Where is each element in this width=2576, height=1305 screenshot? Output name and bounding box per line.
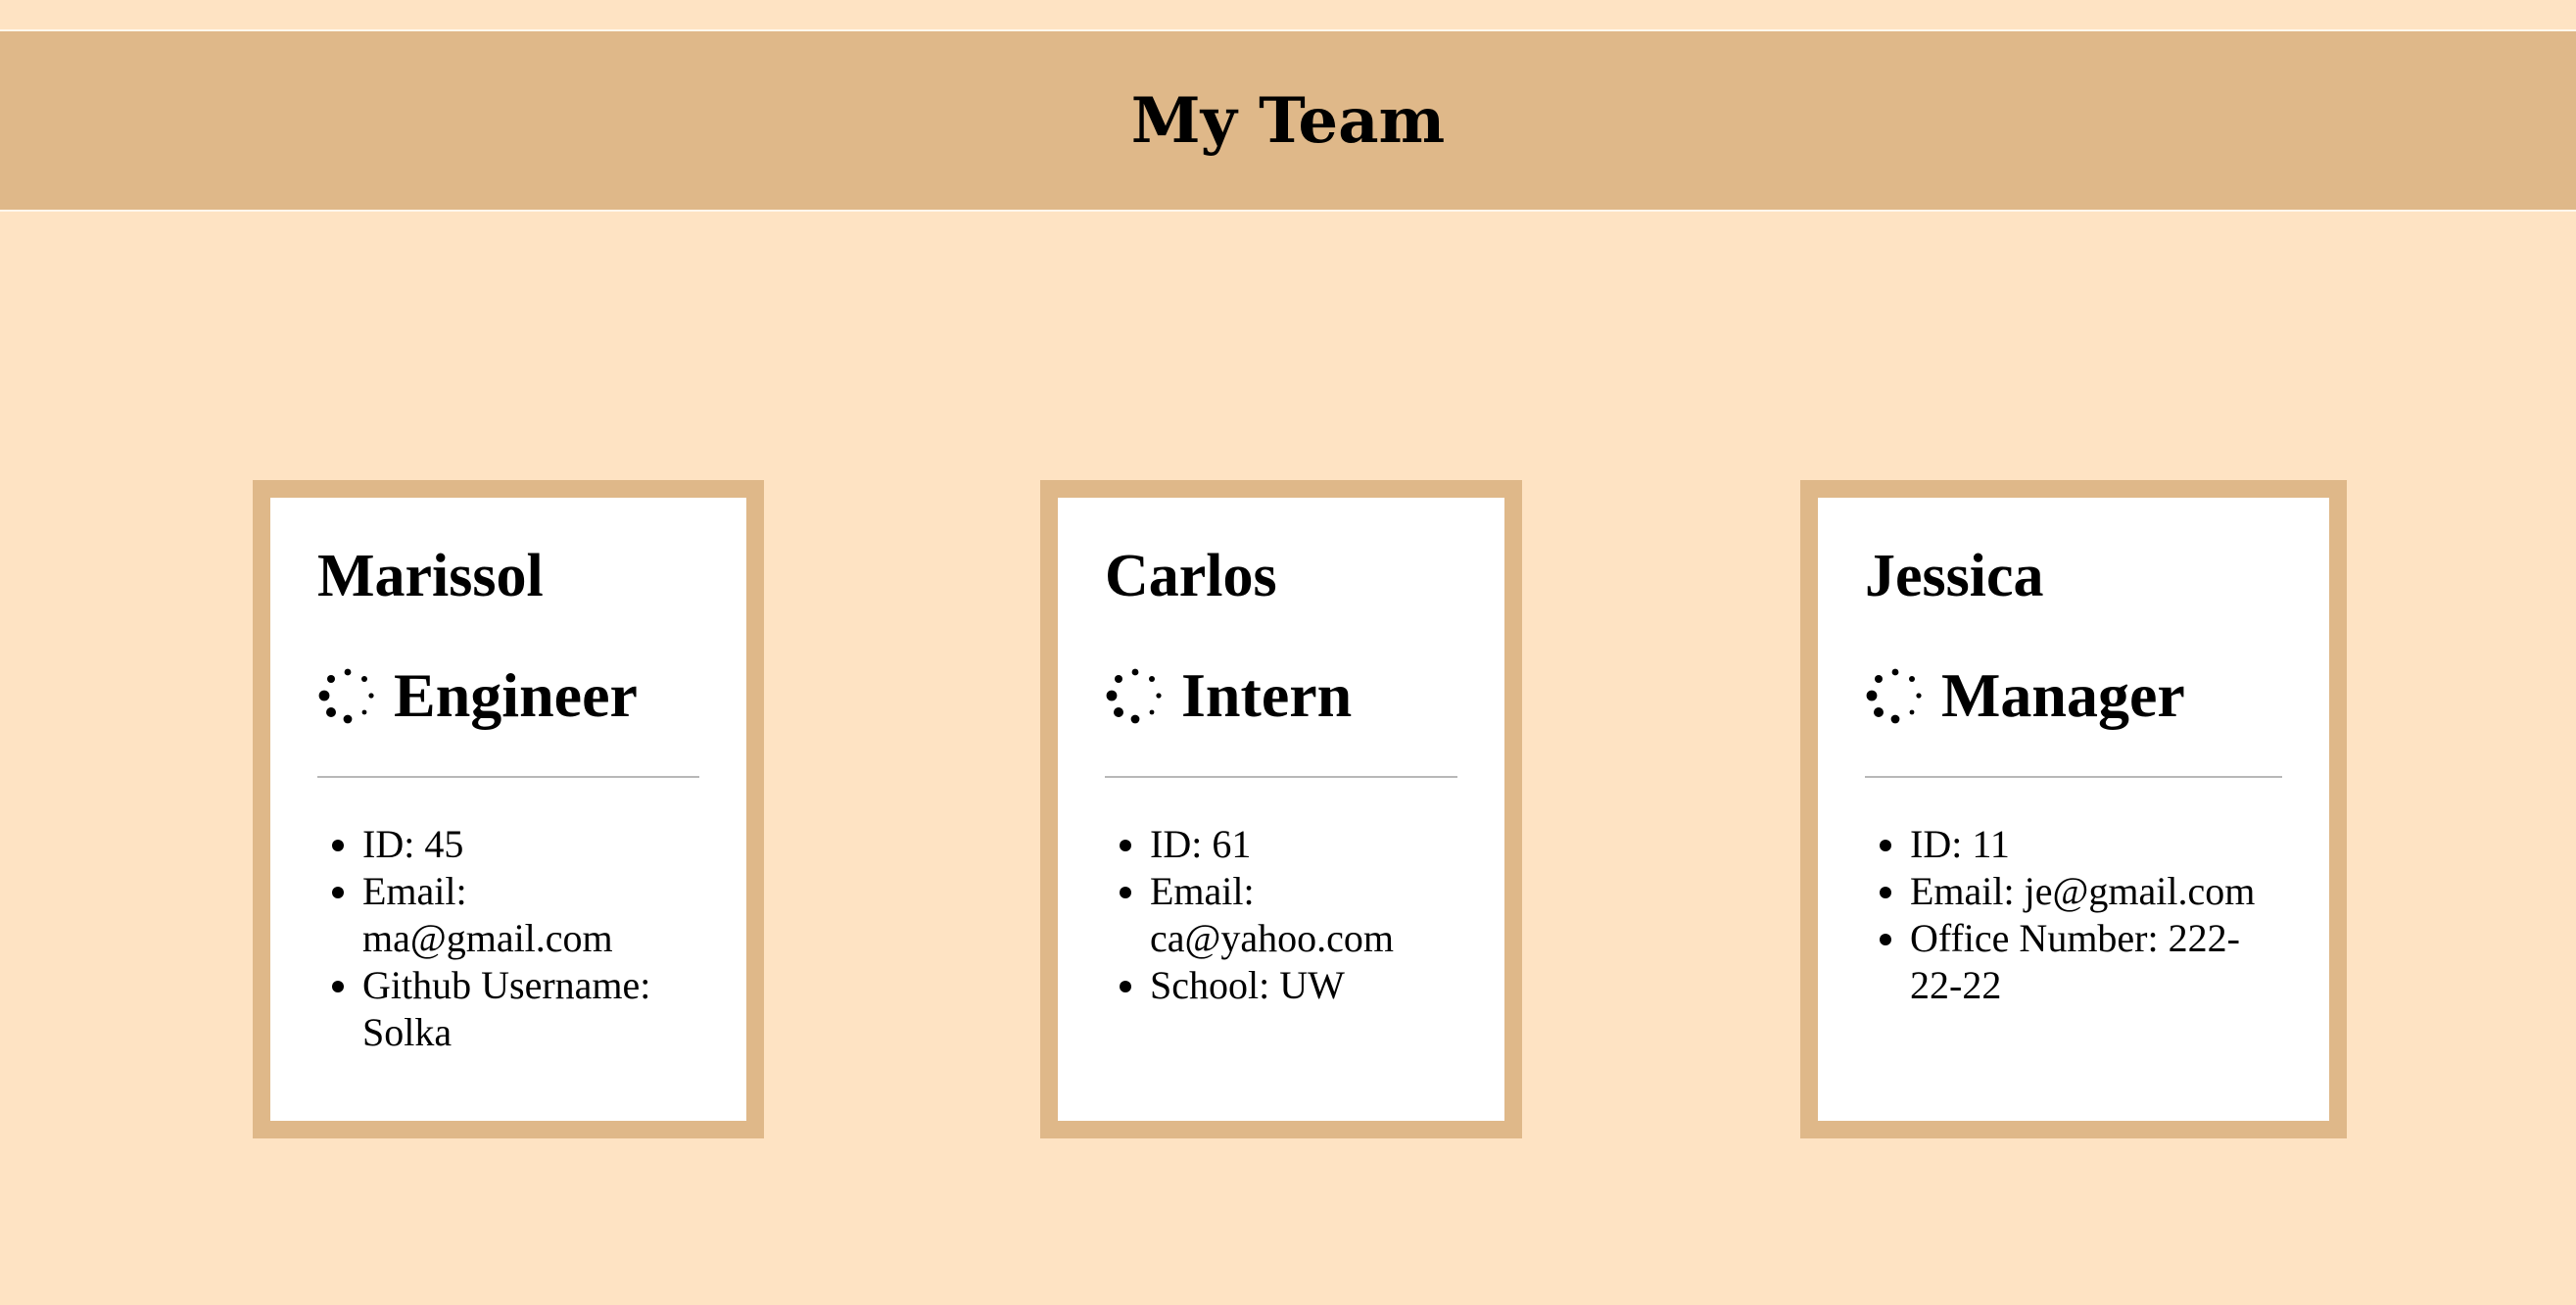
employee-card-intern: Carlos Intern ID: 61 Email: ca@yahoo.com… — [1040, 480, 1522, 1138]
employee-name: Jessica — [1865, 543, 2044, 609]
employee-email: Email: ca@yahoo.com — [1150, 868, 1457, 962]
employee-email: Email: je@gmail.com — [1910, 868, 2282, 915]
employee-role: Engineer — [394, 660, 638, 730]
employee-role-row: Intern — [1105, 656, 1457, 735]
card-divider — [1105, 776, 1457, 778]
employee-role-row: Engineer — [317, 656, 699, 735]
employee-details-list: ID: 61 Email: ca@yahoo.com School: UW — [1105, 821, 1457, 1009]
employee-email: Email: ma@gmail.com — [362, 868, 699, 962]
loading-spinner-icon — [1106, 668, 1162, 724]
employee-details-list: ID: 45 Email: ma@gmail.com Github Userna… — [317, 821, 699, 1056]
loading-spinner-icon — [1866, 668, 1922, 724]
employee-card-manager: Jessica Manager ID: 11 Email: je@gmail.c… — [1800, 480, 2347, 1138]
loading-spinner-icon — [318, 668, 374, 724]
employee-role: Manager — [1941, 660, 2185, 730]
employee-role: Intern — [1181, 660, 1353, 730]
employee-role-row: Manager — [1865, 656, 2282, 735]
page-title: My Team — [1130, 83, 1446, 158]
employee-name: Carlos — [1105, 543, 1277, 609]
employee-school: School: UW — [1150, 962, 1457, 1009]
card-divider — [317, 776, 699, 778]
top-strip — [0, 0, 2576, 29]
employee-office-number: Office Number: 222-22-22 — [1910, 915, 2282, 1009]
employee-card-engineer: Marissol Engineer ID: 45 Email: ma@gmail… — [253, 480, 764, 1138]
employee-id: ID: 11 — [1910, 821, 2282, 868]
employee-name: Marissol — [317, 543, 544, 609]
card-divider — [1865, 776, 2282, 778]
employee-details-list: ID: 11 Email: je@gmail.com Office Number… — [1865, 821, 2282, 1009]
page-header: My Team — [0, 29, 2576, 212]
employee-id: ID: 45 — [362, 821, 699, 868]
employee-github: Github Username: Solka — [362, 962, 699, 1056]
employee-id: ID: 61 — [1150, 821, 1457, 868]
